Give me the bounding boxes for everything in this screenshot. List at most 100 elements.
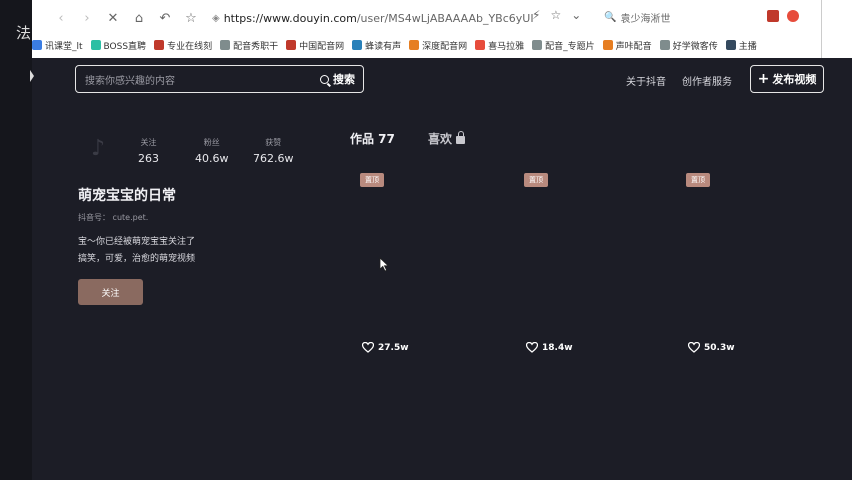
bookmark-label: BOSS直聘 [103, 41, 147, 52]
bookmark-label: 配音_专题片 [545, 41, 595, 52]
bookmark-item[interactable]: 蜂读有声 [352, 39, 401, 52]
bookmark-item[interactable]: 深度配音网 [409, 39, 467, 52]
undo-icon[interactable]: ↶ [154, 7, 176, 29]
video-likes: 50.3w [688, 342, 735, 353]
likes-count: 27.5w [378, 342, 409, 353]
publish-label: 发布视频 [772, 73, 817, 86]
bookmark-item[interactable]: 讯课堂_lt [32, 39, 83, 52]
video-likes: 18.4w [526, 342, 573, 353]
mouse-cursor-icon [379, 257, 389, 276]
search-icon [320, 74, 329, 84]
bookmark-item[interactable]: 中国配音网 [286, 39, 344, 52]
bookmark-icon [220, 40, 231, 50]
desktop-edge: 法 [0, 0, 34, 480]
bookmark-icon [725, 40, 736, 50]
douyin-logo-icon: ♪ [90, 135, 106, 161]
bolt-icon[interactable]: ⚡ [532, 8, 540, 22]
chrome-right-area [822, 0, 852, 58]
heart-icon [526, 342, 538, 353]
bookmark-item[interactable]: 声咔配音 [602, 39, 652, 52]
url-path: /user/MS4wLjABAAAAb_YBc6yUI [356, 11, 534, 25]
dropdown-icon[interactable]: ⌄ [571, 8, 581, 22]
back-icon[interactable]: ‹ [50, 7, 72, 29]
bookmark-icon [154, 40, 165, 50]
bookmark-label: 专业在线刻 [167, 41, 213, 52]
profile-name: 萌宠宝宝的日常 [78, 188, 176, 204]
tab-works[interactable]: 作品 77 [350, 130, 395, 147]
edge-text: 法 [16, 24, 32, 42]
about-link[interactable]: 关于抖音 [626, 73, 666, 88]
bookmark-label: 深度配音网 [422, 41, 468, 52]
browser-chrome: ‹ › ✕ ⌂ ↶ ☆ ◈ https://www.douyin.com/use… [32, 0, 822, 58]
star-icon[interactable]: ☆ [180, 7, 202, 29]
bookmark-label: 主播 [738, 41, 757, 52]
bookmark-item[interactable]: 好学微客传 [659, 39, 718, 52]
bookmark-item[interactable]: 专业在线刻 [154, 39, 212, 52]
plus-icon: + [757, 71, 770, 87]
bookmark-icon [32, 40, 42, 50]
bookmark-label: 声咔配音 [615, 41, 652, 52]
bookmark-icon [409, 40, 420, 50]
bookmark-item[interactable]: BOSS直聘 [90, 39, 147, 52]
home-icon[interactable]: ⌂ [128, 7, 150, 29]
bookmark-icon [602, 40, 613, 50]
bookmark-label: 蜂读有声 [365, 41, 402, 52]
bookmark-item[interactable]: 主播 [725, 39, 757, 52]
address-bar[interactable]: ◈ https://www.douyin.com/user/MS4wLjABAA… [212, 6, 542, 30]
bookmark-item[interactable]: 喜马拉雅 [475, 39, 524, 52]
stat-value: 40.6w [195, 152, 229, 165]
pinned-badge: 置顶 [686, 173, 710, 187]
pinned-badge: 置顶 [524, 173, 548, 187]
extension-grid-icon[interactable] [767, 10, 779, 22]
heart-icon [688, 342, 700, 353]
video-card[interactable]: 置顶 50.3w [686, 173, 836, 358]
browser-search-box[interactable]: 🔍 袁少海淅世 [604, 10, 670, 25]
search-placeholder: 搜索你感兴趣的内容 [85, 75, 175, 87]
video-likes: 27.5w [362, 342, 409, 353]
bookmark-icon [286, 40, 297, 50]
likes-count: 18.4w [542, 342, 573, 353]
stat-following[interactable]: 关注 263 [138, 137, 159, 165]
bookmark-icon [475, 40, 486, 50]
heart-icon [362, 342, 374, 353]
bookmark-item[interactable]: 配音秀职干 [220, 39, 278, 52]
follow-button[interactable]: 关注 [78, 279, 143, 305]
search-engine-icon: 🔍 [604, 12, 617, 23]
stat-value: 263 [138, 152, 159, 165]
bookmark-item[interactable]: 配音_专题片 [532, 39, 595, 52]
bookmark-label: 讯课堂_lt [45, 41, 83, 52]
stat-followers[interactable]: 粉丝 40.6w [195, 137, 229, 165]
stat-label: 关注 [140, 138, 157, 147]
stat-value: 762.6w [253, 152, 294, 165]
video-card[interactable]: 置顶 18.4w [524, 173, 674, 358]
favorite-icon[interactable]: ☆ [550, 8, 561, 22]
bookmark-label: 中国配音网 [299, 41, 345, 52]
bookmark-icon [352, 40, 363, 50]
stop-icon[interactable]: ✕ [102, 7, 124, 29]
bookmark-label: 配音秀职干 [233, 41, 279, 52]
forward-icon[interactable]: › [76, 7, 98, 29]
extension-game-icon[interactable] [787, 10, 799, 22]
bio-line: 搞笑，可爱，治愈的萌宠视频 [78, 254, 196, 264]
douyin-page: 搜索你感兴趣的内容 搜索 关于抖音 创作者服务 + 发布视频 ♪ 关注 263 … [32, 58, 852, 480]
bookmark-icon [659, 40, 670, 50]
browser-search-text: 袁少海淅世 [620, 14, 671, 25]
publish-video-button[interactable]: + 发布视频 [750, 65, 824, 93]
stat-likes-received: 获赞 762.6w [253, 137, 294, 165]
pinned-badge: 置顶 [360, 173, 384, 187]
search-button[interactable]: 搜索 [320, 71, 355, 87]
likes-count: 50.3w [704, 342, 735, 353]
creator-service-link[interactable]: 创作者服务 [682, 73, 732, 88]
bookmark-icon [90, 40, 101, 50]
bookmarks-bar: 讯课堂_lt BOSS直聘 专业在线刻 配音秀职干 中国配音网 蜂读有声 深度配音网 喜马拉雅… [32, 36, 822, 54]
bookmark-label: 喜马拉雅 [488, 41, 525, 52]
search-input[interactable]: 搜索你感兴趣的内容 搜索 [75, 65, 364, 93]
stat-label: 粉丝 [203, 138, 220, 147]
tab-likes[interactable]: 喜欢 [428, 130, 466, 147]
stat-label: 获赞 [265, 138, 282, 147]
avatar[interactable]: ♪ [80, 130, 116, 166]
browser-toolbar: ‹ › ✕ ⌂ ↶ ☆ ◈ https://www.douyin.com/use… [32, 6, 822, 30]
bio-line: 宝～你已经被萌宠宝宝关注了 [78, 237, 196, 247]
douyin-id: 抖音号： cute.pet. [78, 213, 149, 222]
search-button-label: 搜索 [333, 73, 355, 86]
